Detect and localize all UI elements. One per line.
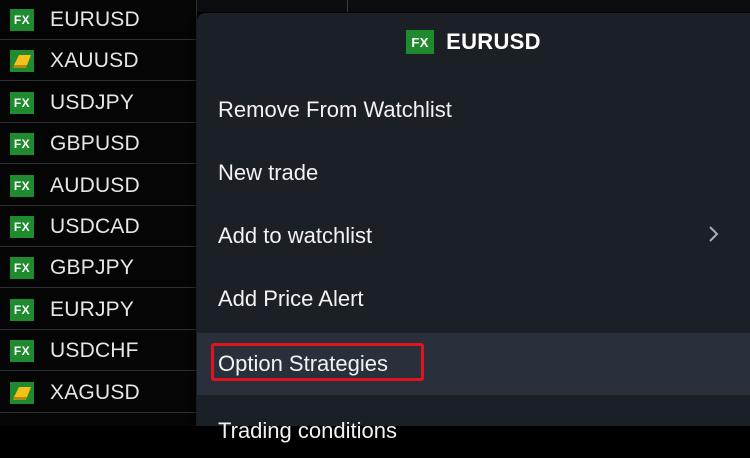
gold-bar-icon <box>10 50 34 72</box>
watchlist-symbol: GBPJPY <box>50 256 135 279</box>
menu-item-new-trade[interactable]: New trade <box>197 142 750 204</box>
fx-icon: FX <box>10 175 34 197</box>
fx-icon: FX <box>406 30 435 54</box>
menu-item-remove-from-watchlist[interactable]: Remove From Watchlist <box>197 79 750 141</box>
chevron-right-icon <box>709 226 719 242</box>
fx-icon: FX <box>10 92 34 114</box>
watchlist-row[interactable]: XAUUSD <box>0 41 196 81</box>
fx-icon: FX <box>10 9 34 31</box>
fx-icon: FX <box>10 216 34 238</box>
silver-bar-icon <box>10 382 34 404</box>
background-header-strip <box>197 0 750 12</box>
fx-icon: FX <box>10 340 34 362</box>
watchlist-row[interactable]: FX GBPJPY <box>0 248 196 288</box>
watchlist-symbol: XAUUSD <box>50 49 139 72</box>
menu-item-label: Trading conditions <box>218 418 397 443</box>
watchlist-symbol: GBPUSD <box>50 132 140 155</box>
menu-item-add-to-watchlist[interactable]: Add to watchlist <box>197 205 750 267</box>
watchlist-symbol: EURJPY <box>50 298 135 321</box>
menu-item-label: Remove From Watchlist <box>218 97 452 122</box>
background-divider <box>347 0 348 12</box>
menu-item-trading-conditions[interactable]: Trading conditions <box>197 396 750 458</box>
watchlist-row[interactable]: FX EURUSD <box>0 0 196 40</box>
watchlist-row[interactable]: FX AUDUSD <box>0 166 196 206</box>
context-menu-title: EURUSD <box>446 29 541 54</box>
watchlist-row[interactable]: FX USDCAD <box>0 207 196 247</box>
watchlist-row[interactable]: FX EURJPY <box>0 290 196 330</box>
menu-item-option-strategies[interactable]: Option Strategies <box>197 333 750 395</box>
menu-item-label: Add to watchlist <box>218 223 373 248</box>
watchlist-symbol: XAGUSD <box>50 381 140 404</box>
menu-item-add-price-alert[interactable]: Add Price Alert <box>197 268 750 330</box>
watchlist-symbol: AUDUSD <box>50 174 140 197</box>
watchlist-symbol: USDCHF <box>50 339 139 362</box>
watchlist-panel: FX EURUSD XAUUSD FX USDJPY FX GBPUSD FX … <box>0 0 196 426</box>
watchlist-symbol: USDCAD <box>50 215 140 238</box>
menu-item-label: New trade <box>218 160 319 185</box>
watchlist-row[interactable]: FX USDJPY <box>0 83 196 123</box>
fx-icon: FX <box>10 299 34 321</box>
watchlist-row[interactable]: FX GBPUSD <box>0 124 196 164</box>
watchlist-symbol: USDJPY <box>50 91 135 114</box>
fx-icon: FX <box>10 257 34 279</box>
context-menu-header: FX EURUSD <box>197 13 750 71</box>
watchlist-symbol: EURUSD <box>50 8 140 31</box>
context-menu: FX EURUSD Remove From Watchlist New trad… <box>197 13 750 443</box>
menu-item-label: Option Strategies <box>218 351 388 376</box>
watchlist-row[interactable]: XAGUSD <box>0 373 196 413</box>
watchlist-row[interactable]: FX USDCHF <box>0 331 196 371</box>
fx-icon: FX <box>10 133 34 155</box>
menu-item-label: Add Price Alert <box>218 286 364 311</box>
